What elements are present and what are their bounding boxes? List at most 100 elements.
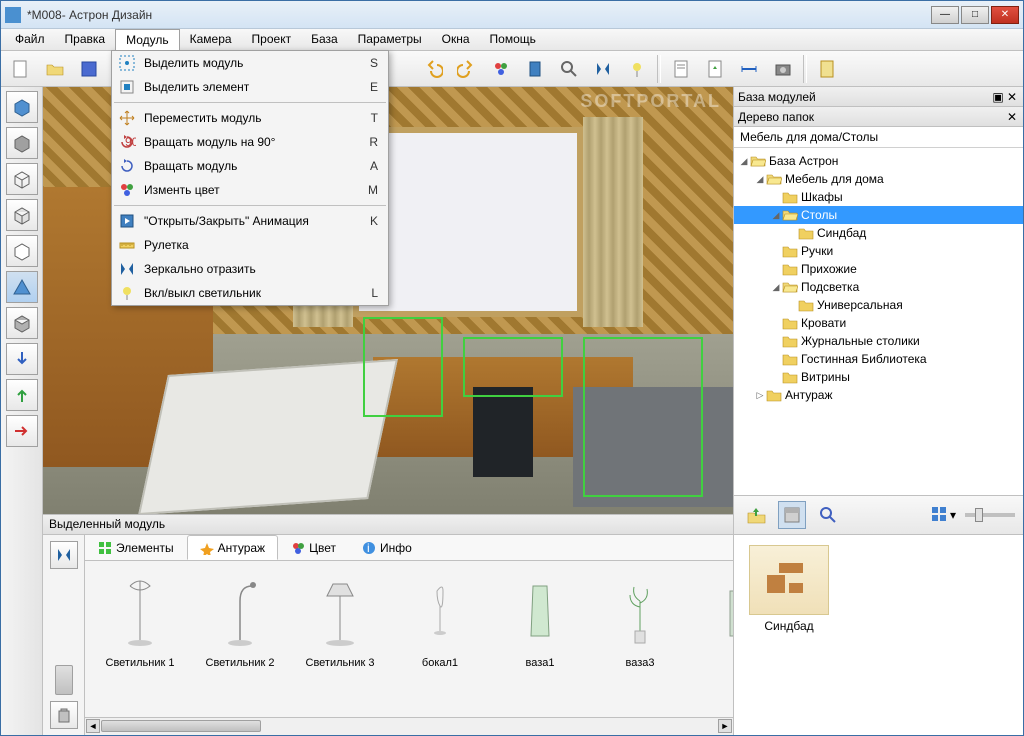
cube-shaded-tool[interactable] <box>6 127 38 159</box>
dimension-button[interactable] <box>735 55 763 83</box>
undo-button[interactable] <box>419 55 447 83</box>
gallery-item[interactable]: ваза3 <box>605 571 675 707</box>
up-folder-button[interactable] <box>742 501 770 529</box>
tree-node[interactable]: ▷Антураж <box>734 386 1023 404</box>
drawer-button[interactable] <box>778 501 806 529</box>
maximize-button[interactable]: □ <box>961 6 989 24</box>
gallery-item[interactable]: Светильник 2 <box>205 571 275 707</box>
menu-камера[interactable]: Камера <box>180 29 242 50</box>
trash-button[interactable] <box>50 701 78 729</box>
cube-wire2-tool[interactable] <box>6 199 38 231</box>
menu-правка[interactable]: Правка <box>55 29 116 50</box>
gallery-scrollbar[interactable]: ◄► <box>85 717 733 735</box>
close-panel-button[interactable]: ✕ <box>1005 90 1019 104</box>
menu-item-label: Зеркально отразить <box>144 262 378 276</box>
menu-item-light[interactable]: Вкл/выкл светильникL <box>112 281 388 305</box>
cube-iso-tool[interactable] <box>6 307 38 339</box>
window-title: *M008- Астрон Дизайн <box>27 8 931 22</box>
tree-node[interactable]: ◢Подсветка <box>734 278 1023 296</box>
menu-параметры[interactable]: Параметры <box>348 29 432 50</box>
tree-node[interactable]: ◢Столы <box>734 206 1023 224</box>
tab-элементы[interactable]: Элементы <box>85 535 187 560</box>
module-panel-title: Выделенный модуль <box>43 515 733 535</box>
svg-text:i: i <box>367 541 370 555</box>
zoom-button[interactable] <box>555 55 583 83</box>
menu-окна[interactable]: Окна <box>432 29 480 50</box>
menu-item-rotate[interactable]: Вращать модульA <box>112 154 388 178</box>
tree-node[interactable]: Универсальная <box>734 296 1023 314</box>
tab-цвет[interactable]: Цвет <box>278 535 349 560</box>
search-button[interactable] <box>814 501 842 529</box>
tree-node[interactable]: Ручки <box>734 242 1023 260</box>
menu-item-shortcut: A <box>370 159 382 173</box>
camera-button[interactable] <box>769 55 797 83</box>
gallery-item[interactable]: ва <box>705 571 733 707</box>
menu-проект[interactable]: Проект <box>242 29 302 50</box>
pin-icon[interactable]: ▣ <box>991 90 1005 104</box>
right-gallery: Синдбад <box>734 535 1023 735</box>
menu-файл[interactable]: Файл <box>5 29 55 50</box>
menu-item-select-module[interactable]: Выделить модульS <box>112 51 388 75</box>
tree-node[interactable]: Витрины <box>734 368 1023 386</box>
mirror-button[interactable] <box>589 55 617 83</box>
menu-item-mirror[interactable]: Зеркально отразить <box>112 257 388 281</box>
close-tree-button[interactable]: ✕ <box>1005 110 1019 124</box>
tree-node[interactable]: Кровати <box>734 314 1023 332</box>
lamp-button[interactable] <box>623 55 651 83</box>
gallery-item[interactable]: ваза1 <box>505 571 575 707</box>
tree-node[interactable]: Шкафы <box>734 188 1023 206</box>
tab-антураж[interactable]: Антураж <box>187 535 279 560</box>
door-button[interactable] <box>521 55 549 83</box>
menu-база[interactable]: База <box>301 29 348 50</box>
tree-node[interactable]: Журнальные столики <box>734 332 1023 350</box>
redo-button[interactable] <box>453 55 481 83</box>
gallery-folder-item[interactable]: Синдбад <box>744 545 834 633</box>
document-button[interactable] <box>667 55 695 83</box>
menu-помощь[interactable]: Помощь <box>480 29 546 50</box>
export-button[interactable] <box>701 55 729 83</box>
tree-node[interactable]: Синдбад <box>734 224 1023 242</box>
menu-item-label: Переместить модуль <box>144 111 371 125</box>
tree-node[interactable]: Прихожие <box>734 260 1023 278</box>
tree-node[interactable]: ◢Мебель для дома <box>734 170 1023 188</box>
mirror-tool[interactable] <box>50 541 78 569</box>
menu-item-rotate90[interactable]: 90Вращать модуль на 90°R <box>112 130 388 154</box>
arrow-up-tool[interactable] <box>6 379 38 411</box>
cube-wire3-tool[interactable] <box>6 235 38 267</box>
new-button[interactable] <box>7 55 35 83</box>
perspective-tool[interactable] <box>6 271 38 303</box>
menu-item-animation[interactable]: "Открыть/Закрыть" АнимацияK <box>112 209 388 233</box>
slider-handle[interactable] <box>55 665 73 695</box>
close-button[interactable]: ✕ <box>991 6 1019 24</box>
light-icon <box>118 284 136 302</box>
tree-node[interactable]: ◢База Астрон <box>734 152 1023 170</box>
zoom-slider[interactable] <box>965 513 1015 517</box>
gallery-item[interactable]: Светильник 3 <box>305 571 375 707</box>
left-toolbar <box>1 87 43 735</box>
menu-item-move[interactable]: Переместить модульT <box>112 106 388 130</box>
breadcrumb-path: Мебель для дома/Столы <box>734 127 1023 148</box>
arrow-right-tool[interactable] <box>6 415 38 447</box>
gallery-item[interactable]: бокал1 <box>405 571 475 707</box>
minimize-button[interactable]: — <box>931 6 959 24</box>
menu-item-label: "Открыть/Закрыть" Анимация <box>144 214 370 228</box>
arrow-down-tool[interactable] <box>6 343 38 375</box>
tab-инфо[interactable]: iИнфо <box>349 535 425 560</box>
cube-wire1-tool[interactable] <box>6 163 38 195</box>
report-button[interactable] <box>813 55 841 83</box>
module-base-panel: База модулей ▣ ✕ Дерево папок ✕ Мебель д… <box>733 87 1023 735</box>
view-mode-button[interactable]: ▾ <box>929 501 957 529</box>
entourage-gallery: Светильник 1 Светильник 2 Светильник 3 бока… <box>85 561 733 717</box>
mirror-icon <box>118 260 136 278</box>
menu-item-select-element[interactable]: Выделить элементE <box>112 75 388 99</box>
menu-item-color[interactable]: Изменть цветM <box>112 178 388 202</box>
palette-button[interactable] <box>487 55 515 83</box>
menu-item-ruler[interactable]: Рулетка <box>112 233 388 257</box>
select-module-icon <box>118 54 136 72</box>
cube-solid-tool[interactable] <box>6 91 38 123</box>
save-button[interactable] <box>75 55 103 83</box>
gallery-item[interactable]: Светильник 1 <box>105 571 175 707</box>
open-button[interactable] <box>41 55 69 83</box>
tree-node[interactable]: Гостинная Библиотека <box>734 350 1023 368</box>
menu-модуль[interactable]: Модуль <box>115 29 180 50</box>
